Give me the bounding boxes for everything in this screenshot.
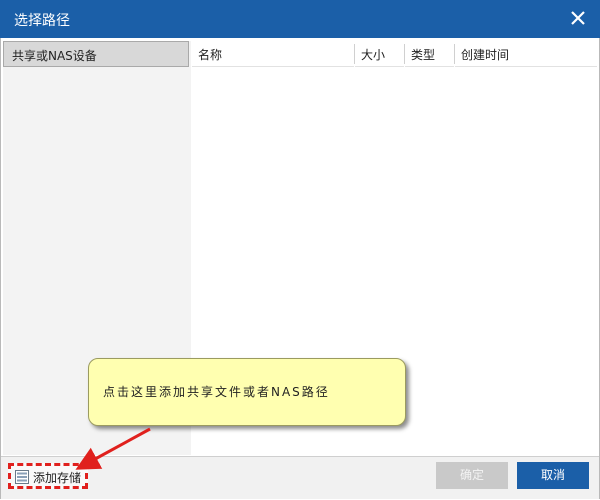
add-storage-button[interactable]: 添加存储 xyxy=(8,463,88,489)
device-panel-header[interactable]: 共享或NAS设备 xyxy=(3,41,189,67)
column-header-name[interactable]: 名称 xyxy=(192,41,354,67)
bottom-bar xyxy=(1,456,599,499)
storage-icon xyxy=(15,470,29,484)
title-bar: 选择路径 xyxy=(0,0,600,38)
column-header-created-label: 创建时间 xyxy=(461,48,510,62)
column-header-type[interactable]: 类型 xyxy=(405,41,454,67)
hint-callout: 点击这里添加共享文件或者NAS路径 xyxy=(88,358,406,426)
close-icon[interactable] xyxy=(566,6,590,30)
column-header-size-label: 大小 xyxy=(361,48,386,62)
window-title: 选择路径 xyxy=(14,13,70,29)
device-panel-header-label: 共享或NAS设备 xyxy=(12,49,97,63)
ok-button[interactable]: 确定 xyxy=(436,462,508,489)
column-header-created[interactable]: 创建时间 xyxy=(455,41,597,67)
hint-callout-text: 点击这里添加共享文件或者NAS路径 xyxy=(103,385,330,399)
cancel-button[interactable]: 取消 xyxy=(517,462,589,489)
column-header-name-label: 名称 xyxy=(198,48,223,62)
add-storage-label: 添加存储 xyxy=(33,471,82,485)
column-header-size[interactable]: 大小 xyxy=(355,41,404,67)
column-header-type-label: 类型 xyxy=(411,48,436,62)
